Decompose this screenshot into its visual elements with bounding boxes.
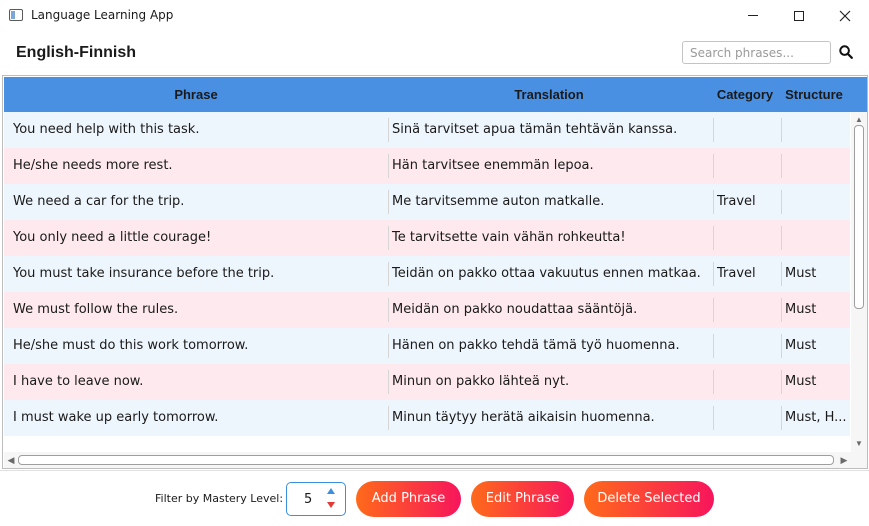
- increment-arrow-icon[interactable]: [327, 488, 335, 494]
- add-phrase-button[interactable]: Add Phrase: [356, 481, 461, 517]
- horizontal-scrollbar[interactable]: ◀ ▶: [4, 452, 851, 468]
- table-row[interactable]: We need a car for the trip. Me tarvitsemm…: [4, 184, 850, 220]
- cell-structure: Must: [781, 334, 849, 358]
- window-title-bar: Language Learning App: [0, 0, 869, 31]
- cell-category: [713, 298, 781, 322]
- scrollbar-corner: [851, 452, 867, 468]
- search-input[interactable]: [682, 41, 831, 64]
- cell-phrase: I must wake up early tomorrow.: [13, 410, 219, 425]
- phrases-table: Phrase Translation Category Structure Yo…: [2, 75, 868, 469]
- language-pair-title: English-Finnish: [16, 44, 136, 61]
- table-row[interactable]: We must follow the rules. Meidän on pakko…: [4, 292, 850, 328]
- column-header-category[interactable]: Category: [710, 77, 780, 112]
- cell-structure: [781, 118, 849, 142]
- cell-phrase: He/she needs more rest.: [13, 158, 173, 173]
- cell-structure: Must, H...: [781, 406, 849, 430]
- cell-translation: Teidän on pakko ottaa vakuutus ennen mat…: [388, 262, 711, 286]
- cell-category: Travel: [713, 190, 781, 214]
- decrement-arrow-icon[interactable]: [327, 502, 335, 508]
- scroll-left-icon[interactable]: ◀: [6, 452, 16, 468]
- cell-structure: Must: [781, 298, 849, 322]
- cell-phrase: You must take insurance before the trip.: [13, 266, 275, 281]
- cell-structure: [781, 190, 849, 214]
- mastery-level-value[interactable]: 5: [304, 492, 312, 507]
- cell-phrase: You need help with this task.: [13, 122, 200, 137]
- cell-translation: Hän tarvitsee enemmän lepoa.: [388, 154, 711, 178]
- cell-phrase: I have to leave now.: [13, 374, 144, 389]
- cell-structure: [781, 154, 849, 178]
- app-window-icon: [9, 9, 23, 21]
- vertical-scroll-thumb[interactable]: [854, 125, 864, 309]
- horizontal-scroll-thumb[interactable]: [18, 455, 834, 465]
- vertical-scrollbar[interactable]: ▲ ▼: [851, 112, 867, 452]
- cell-translation: Sinä tarvitset apua tämän tehtävän kanss…: [388, 118, 711, 142]
- table-header: Phrase Translation Category Structure: [4, 77, 867, 112]
- cell-category: [713, 118, 781, 142]
- search-button[interactable]: [839, 45, 855, 61]
- table-row[interactable]: He/she needs more rest. Hän tarvitsee ene…: [4, 148, 850, 184]
- table-row[interactable]: I must wake up early tomorrow. Minun täyt…: [4, 400, 850, 436]
- close-button[interactable]: [822, 0, 868, 31]
- cell-structure: Must: [781, 370, 849, 394]
- action-bar: Filter by Mastery Level: 5 Add Phrase Ed…: [0, 470, 869, 526]
- cell-category: [713, 334, 781, 358]
- mastery-filter-label: Filter by Mastery Level:: [155, 492, 284, 505]
- search-icon: [839, 45, 853, 59]
- minimize-button[interactable]: [730, 0, 776, 31]
- cell-translation: Me tarvitsemme auton matkalle.: [388, 190, 711, 214]
- cell-category: [713, 154, 781, 178]
- table-row[interactable]: You need help with this task. Sinä tarvit…: [4, 112, 850, 148]
- cell-translation: Meidän on pakko noudattaa sääntöjä.: [388, 298, 711, 322]
- scroll-down-icon[interactable]: ▼: [851, 439, 867, 449]
- close-icon: [839, 10, 851, 21]
- column-header-phrase[interactable]: Phrase: [4, 77, 388, 112]
- cell-translation: Te tarvitsette vain vähän rohkeutta!: [388, 226, 711, 250]
- cell-category: Travel: [713, 262, 781, 286]
- scroll-right-icon[interactable]: ▶: [839, 452, 849, 468]
- maximize-button[interactable]: [776, 0, 822, 31]
- cell-phrase: We must follow the rules.: [13, 302, 179, 317]
- table-row[interactable]: I have to leave now. Minun on pakko lähte…: [4, 364, 850, 400]
- table-row[interactable]: You only need a little courage! Te tarvit…: [4, 220, 850, 256]
- cell-structure: [781, 226, 849, 250]
- table-row[interactable]: He/she must do this work tomorrow. Hänen …: [4, 328, 850, 364]
- mastery-level-spinner[interactable]: 5: [286, 482, 346, 516]
- app-header: English-Finnish: [0, 31, 869, 74]
- edit-phrase-button[interactable]: Edit Phrase: [471, 481, 574, 517]
- window-title: Language Learning App: [31, 8, 174, 22]
- scroll-up-icon[interactable]: ▲: [851, 115, 867, 125]
- delete-selected-button[interactable]: Delete Selected: [584, 481, 714, 517]
- table-row[interactable]: You must take insurance before the trip.…: [4, 256, 850, 292]
- column-header-translation[interactable]: Translation: [388, 77, 710, 112]
- cell-translation: Minun on pakko lähteä nyt.: [388, 370, 711, 394]
- cell-category: [713, 406, 781, 430]
- cell-structure: Must: [781, 262, 849, 286]
- column-header-structure[interactable]: Structure: [778, 77, 850, 112]
- cell-phrase: You only need a little courage!: [13, 230, 212, 245]
- cell-phrase: We need a car for the trip.: [13, 194, 185, 209]
- cell-phrase: He/she must do this work tomorrow.: [13, 338, 249, 353]
- cell-category: [713, 370, 781, 394]
- cell-category: [713, 226, 781, 250]
- minimize-icon: [748, 15, 758, 16]
- maximize-icon: [794, 10, 804, 21]
- cell-translation: Minun täytyy herätä aikaisin huomenna.: [388, 406, 711, 430]
- cell-translation: Hänen on pakko tehdä tämä työ huomenna.: [388, 334, 711, 358]
